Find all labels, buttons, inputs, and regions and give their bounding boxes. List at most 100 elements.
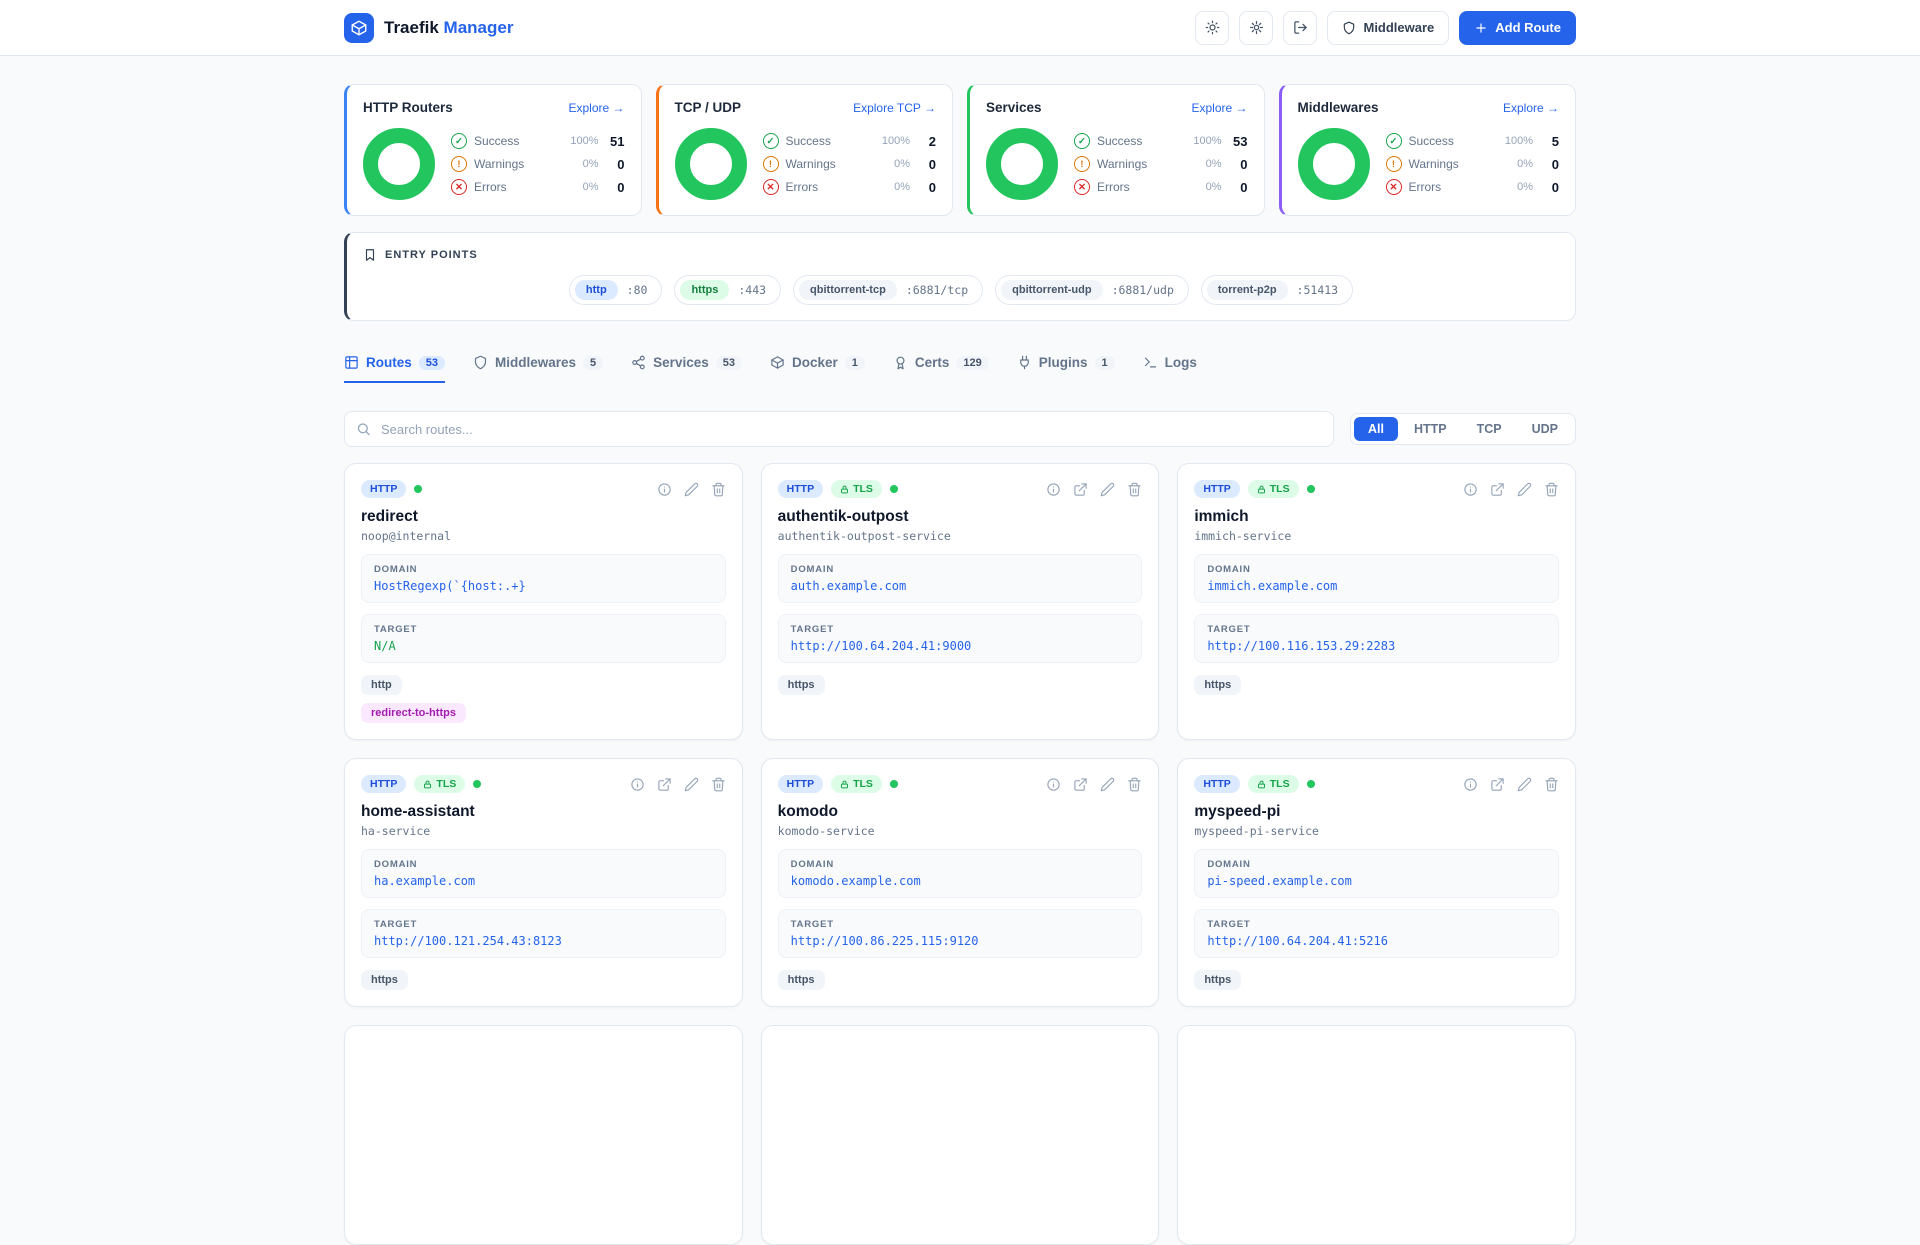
search-input[interactable]	[344, 411, 1334, 447]
filter-http[interactable]: HTTP	[1400, 417, 1461, 441]
add-route-button[interactable]: Add Route	[1459, 10, 1576, 45]
info-button[interactable]	[1463, 482, 1478, 497]
domain-value: ha.example.com	[374, 874, 476, 888]
stat-count: 0	[617, 156, 625, 172]
stat-count: 0	[1240, 179, 1248, 195]
entrypoint-pill: https	[777, 675, 825, 695]
add-route-button-label: Add Route	[1495, 20, 1561, 35]
filter-tcp[interactable]: TCP	[1463, 417, 1516, 441]
delete-button[interactable]	[1127, 482, 1142, 497]
tab-middlewares[interactable]: Middlewares 5	[473, 355, 604, 383]
delete-button[interactable]	[1544, 482, 1559, 497]
search-box	[344, 411, 1334, 447]
delete-button[interactable]	[711, 482, 726, 497]
target-box: TARGET http://100.64.204.41:9000	[777, 614, 1143, 663]
edit-button[interactable]	[1100, 777, 1115, 792]
entrypoint-pill: https	[1194, 675, 1242, 695]
terminal-icon	[1143, 355, 1158, 370]
open-external-button[interactable]	[657, 777, 672, 792]
info-button[interactable]	[1046, 482, 1061, 497]
entry-point-port: :6881/tcp	[905, 283, 969, 297]
error-circle-icon: ✕	[451, 179, 467, 195]
pencil-icon	[684, 777, 699, 792]
tab-plugins[interactable]: Plugins 1	[1017, 355, 1115, 383]
target-label: TARGET	[374, 919, 418, 930]
edit-button[interactable]	[684, 482, 699, 497]
explore-link[interactable]: Explore →	[1503, 101, 1559, 115]
filter-all[interactable]: All	[1353, 417, 1398, 441]
explore-link[interactable]: Explore TCP →	[853, 101, 936, 115]
domain-box: DOMAIN komodo.example.com	[777, 849, 1143, 898]
filter-udp[interactable]: UDP	[1518, 417, 1572, 441]
open-external-button[interactable]	[1490, 482, 1505, 497]
tab-count: 1	[1094, 355, 1115, 370]
target-box: TARGET http://100.64.204.41:5216	[1194, 909, 1559, 958]
edit-button[interactable]	[1517, 777, 1532, 792]
delete-button[interactable]	[1127, 777, 1142, 792]
settings-button[interactable]	[1239, 10, 1274, 45]
stat-count: 0	[928, 156, 936, 172]
open-external-button[interactable]	[1490, 777, 1505, 792]
tab-label: Routes	[366, 355, 412, 370]
stat-count: 53	[1233, 133, 1248, 149]
http-badge: HTTP	[1194, 480, 1240, 498]
protocol-filter-group: All HTTP TCP UDP	[1349, 413, 1576, 445]
edit-button[interactable]	[684, 777, 699, 792]
route-service: authentik-outpost-service	[777, 529, 951, 543]
logout-button[interactable]	[1283, 10, 1318, 45]
trash-icon	[711, 482, 726, 497]
delete-button[interactable]	[1544, 777, 1559, 792]
info-button[interactable]	[630, 777, 645, 792]
lock-icon	[840, 485, 849, 494]
stat-percent: 100%	[1504, 135, 1533, 147]
stat-percent: 100%	[881, 135, 910, 147]
stat-label: Errors	[785, 180, 819, 194]
tab-count: 129	[956, 355, 989, 370]
stat-count: 0	[1551, 179, 1559, 195]
domain-box: DOMAIN immich.example.com	[1194, 554, 1559, 603]
target-value: http://100.121.254.43:8123	[374, 934, 562, 948]
stats-row: HTTP Routers Explore → ✓ Success 100% 51 ! W…	[344, 84, 1576, 216]
info-button[interactable]	[1046, 777, 1061, 792]
edit-button[interactable]	[1100, 482, 1115, 497]
entry-point-name: qbittorrent-tcp	[799, 280, 897, 300]
info-button[interactable]	[657, 482, 672, 497]
route-card-home-assistant: HTTP TLS home-assistant ha-service DOMAI…	[344, 758, 743, 1007]
stat-card-services: Services Explore → ✓ Success 100% 53 ! Warni…	[967, 84, 1265, 216]
open-external-button[interactable]	[1073, 777, 1088, 792]
middleware-button[interactable]: Middleware	[1327, 10, 1450, 45]
main-tabs: Routes 53 Middlewares 5 Services 53 Docker 1…	[344, 355, 1576, 383]
explore-link[interactable]: Explore →	[568, 101, 624, 115]
tab-logs[interactable]: Logs	[1143, 355, 1197, 383]
stat-label: Errors	[1097, 180, 1130, 194]
share-icon	[631, 355, 646, 370]
tab-routes[interactable]: Routes 53	[344, 355, 446, 383]
tab-label: Docker	[791, 355, 838, 370]
edit-button[interactable]	[1517, 482, 1532, 497]
stat-percent: 0%	[1517, 158, 1533, 170]
app-title-primary: Traefik	[384, 17, 439, 37]
theme-toggle-button[interactable]	[1195, 10, 1230, 45]
open-external-button[interactable]	[1073, 482, 1088, 497]
stat-count: 5	[1551, 133, 1559, 149]
delete-button[interactable]	[711, 777, 726, 792]
tab-certs[interactable]: Certs 129	[893, 355, 989, 383]
tab-services[interactable]: Services 53	[631, 355, 742, 383]
tab-docker[interactable]: Docker 1	[770, 355, 865, 383]
route-card-stub	[344, 1025, 743, 1245]
explore-link[interactable]: Explore →	[1191, 101, 1247, 115]
plug-icon	[1017, 355, 1032, 370]
stat-card-title: HTTP Routers	[363, 100, 453, 115]
stat-count: 51	[610, 133, 625, 149]
stat-card-tcp-udp: TCP / UDP Explore TCP → ✓ Success 100% 2 ! W…	[655, 84, 953, 216]
error-circle-icon: ✕	[1074, 179, 1090, 195]
domain-value: pi-speed.example.com	[1207, 874, 1352, 888]
stat-row: ✓ Success 100% 5	[1385, 133, 1559, 149]
warning-circle-icon: !	[1074, 156, 1090, 172]
middleware-button-label: Middleware	[1363, 20, 1435, 35]
logout-icon	[1293, 20, 1308, 35]
info-button[interactable]	[1463, 777, 1478, 792]
entrypoint-pill: https	[361, 970, 408, 990]
target-label: TARGET	[790, 624, 834, 635]
target-box: TARGET http://100.86.225.115:9120	[777, 909, 1143, 958]
